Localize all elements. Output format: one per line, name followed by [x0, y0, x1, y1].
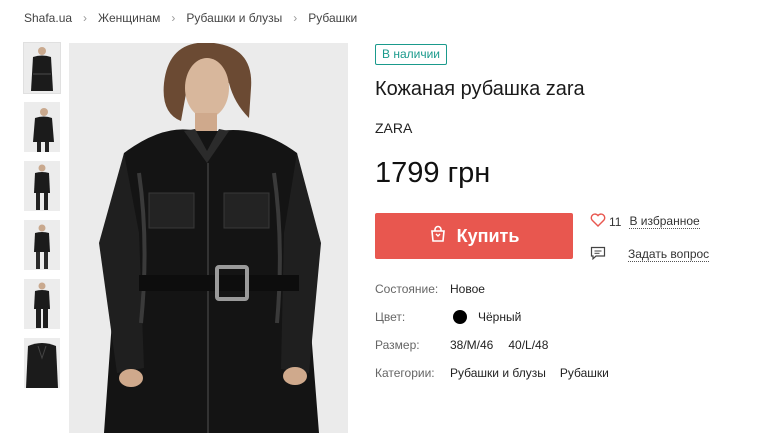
buy-button-label: Купить [456, 225, 520, 246]
color-value[interactable]: Чёрный [478, 310, 521, 324]
favorites-count: 11 [609, 214, 622, 229]
color-swatch [453, 310, 467, 324]
ask-question-link[interactable]: Задать вопрос [590, 246, 710, 263]
thumbnail-3[interactable] [24, 161, 60, 211]
chevron-right-icon: › [83, 11, 88, 25]
favorites-label: В избранное [629, 214, 700, 229]
color-row: Цвет: Чёрный [375, 310, 521, 324]
buy-button[interactable]: Купить [375, 213, 573, 259]
breadcrumb-shirts-link[interactable]: Рубашки [308, 11, 357, 25]
product-price: 1799 грн [375, 157, 491, 189]
chat-bubble-icon [590, 246, 628, 263]
breadcrumb-shirts-blouses-link[interactable]: Рубашки и блузы [186, 11, 282, 25]
chevron-right-icon: › [171, 11, 176, 25]
main-product-photo[interactable] [69, 43, 348, 433]
size-label: Размер: [375, 338, 420, 352]
brand-link[interactable]: ZARA [375, 120, 412, 136]
heart-icon [590, 213, 609, 230]
thumbnail-6[interactable] [24, 338, 60, 388]
size-option[interactable]: 40/L/48 [508, 338, 548, 352]
breadcrumb-women-link[interactable]: Женщинам [98, 11, 160, 25]
size-row: Размер: 38/M/46 40/L/48 [375, 338, 563, 352]
thumbnail-5[interactable] [24, 279, 60, 329]
category-link[interactable]: Рубашки и блузы [450, 366, 546, 380]
thumbnail-2[interactable] [24, 102, 60, 152]
thumbnail-4[interactable] [24, 220, 60, 270]
product-title: Кожаная рубашка zara [375, 78, 585, 100]
add-to-favorites[interactable]: 11 В избранное [590, 213, 700, 230]
color-label: Цвет: [375, 310, 406, 324]
condition-value: Новое [450, 282, 485, 296]
size-option[interactable]: 38/M/46 [450, 338, 493, 352]
breadcrumb-home-link[interactable]: Shafa.ua [24, 11, 72, 25]
condition-label: Состояние: [375, 282, 439, 296]
in-stock-badge: В наличии [375, 44, 448, 65]
category-link[interactable]: Рубашки [560, 366, 609, 380]
ask-question-label: Задать вопрос [628, 247, 710, 262]
category-row: Категории: Рубашки и блузы Рубашки [375, 366, 623, 380]
shopping-bag-icon [429, 225, 447, 248]
thumbnail-1[interactable] [23, 42, 61, 94]
breadcrumb: Shafa.ua › Женщинам › Рубашки и блузы › … [24, 11, 357, 25]
chevron-right-icon: › [293, 11, 298, 25]
category-label: Категории: [375, 366, 435, 380]
condition-row: Состояние: Новое [375, 282, 485, 296]
